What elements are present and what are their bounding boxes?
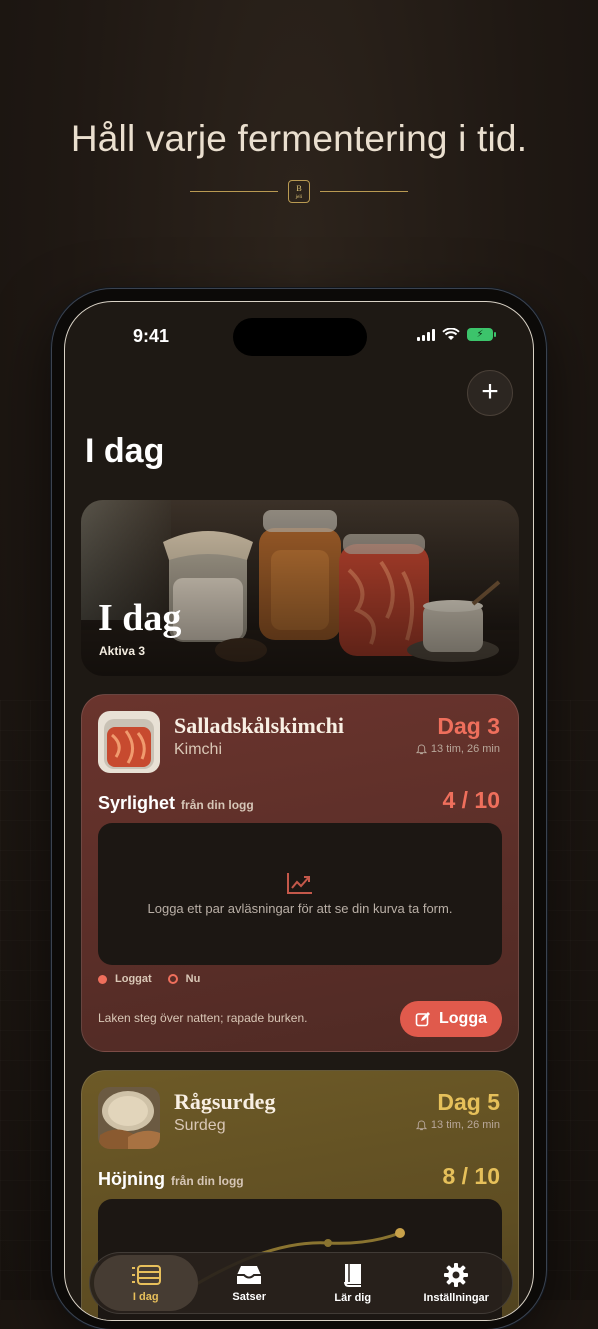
chart-empty-message: Logga ett par avläsningar för att se din… (147, 901, 453, 916)
sourness-chart-empty: Logga ett par avläsningar för att se din… (98, 823, 502, 965)
metric-value: 4 / 10 (442, 787, 500, 813)
status-icons: ⚡ (417, 328, 496, 341)
batch-day: Dag 3 (437, 713, 500, 739)
chart-legend: Loggat Nu (98, 973, 200, 985)
metric-label: Höjning från din logg (98, 1169, 244, 1190)
book-icon (343, 1264, 361, 1287)
batch-note: Laken steg över natten; rapade burken. (98, 1011, 308, 1025)
batch-timer-text: 13 tim, 26 min (430, 1119, 500, 1131)
metric-value: 8 / 10 (442, 1163, 500, 1189)
edit-icon (415, 1012, 430, 1027)
logged-dot-icon (98, 974, 107, 984)
legend-logged: Loggat (98, 973, 152, 985)
tab-settings[interactable]: Inställningar (405, 1255, 509, 1311)
batch-timer-text: 13 tim, 26 min (430, 743, 500, 755)
trend-chart-icon (287, 873, 312, 894)
batch-timer: 13 tim, 26 min (415, 1119, 500, 1131)
batch-name: Rågsurdeg (174, 1089, 276, 1114)
today-icon (131, 1265, 161, 1285)
hero-title: I dag (98, 597, 182, 639)
metric-source: från din logg (170, 1174, 244, 1188)
metric-name: Syrlighet (98, 793, 176, 813)
batch-name: Salladskålskimchi (174, 713, 344, 738)
batch-card-kimchi[interactable]: Salladskålskimchi Kimchi Dag 3 13 tim, 2… (81, 694, 519, 1052)
dynamic-island (233, 318, 367, 356)
metric-label: Syrlighet från din logg (98, 793, 254, 814)
kimchi-thumbnail (98, 711, 160, 773)
tab-batches[interactable]: Satser (198, 1255, 302, 1311)
brand-badge-sub: jeli (295, 195, 303, 200)
legend-now: Nu (167, 973, 201, 985)
batch-type: Surdeg (174, 1117, 226, 1134)
brand-badge: B jeli (288, 180, 310, 203)
now-ring-icon (167, 974, 178, 985)
tab-learn[interactable]: Lär dig (301, 1255, 405, 1311)
batch-type: Kimchi (174, 741, 223, 758)
page-title: I dag (85, 432, 165, 470)
legend-now-label: Nu (185, 973, 201, 985)
tab-bar: I dag Satser Lär dig Inställningar (89, 1252, 513, 1314)
batch-timer: 13 tim, 26 min (415, 743, 500, 755)
divider-line-left (190, 191, 278, 192)
phone-frame: 9:41 ⚡ + I dag I dag Aktiva 3 Salladskål… (52, 289, 546, 1329)
tab-label: I dag (132, 1291, 159, 1303)
metric-name: Höjning (98, 1169, 165, 1189)
ornament-divider: B jeli (190, 180, 408, 204)
wifi-icon (442, 328, 460, 340)
brand-badge-letter: B (296, 184, 302, 193)
legend-logged-label: Loggat (115, 973, 152, 985)
add-batch-button[interactable]: + (467, 370, 513, 416)
tray-icon (237, 1266, 262, 1284)
log-button[interactable]: Logga (400, 1001, 502, 1037)
tab-label: Satser (232, 1291, 267, 1303)
hero-banner: I dag Aktiva 3 (81, 500, 519, 676)
batch-day: Dag 5 (437, 1089, 500, 1115)
phone-screen: 9:41 ⚡ + I dag I dag Aktiva 3 Salladskål… (64, 301, 534, 1321)
bell-icon (415, 1119, 427, 1130)
hero-active-count: Aktiva 3 (99, 644, 146, 658)
status-time: 9:41 (133, 326, 170, 346)
tab-label: Lär dig (334, 1292, 372, 1304)
signal-icon (417, 328, 435, 341)
tab-label: Inställningar (423, 1292, 489, 1304)
tab-today[interactable]: I dag (94, 1255, 198, 1311)
metric-source: från din logg (181, 798, 254, 812)
gear-icon (444, 1263, 469, 1287)
bell-icon (415, 743, 427, 754)
battery-icon: ⚡ (467, 328, 496, 341)
log-button-label: Logga (439, 1010, 487, 1027)
divider-line-right (320, 191, 408, 192)
hero-jars-image (81, 500, 519, 676)
sourdough-thumbnail (98, 1087, 160, 1149)
headline: Håll varje fermentering i tid. (70, 118, 528, 159)
